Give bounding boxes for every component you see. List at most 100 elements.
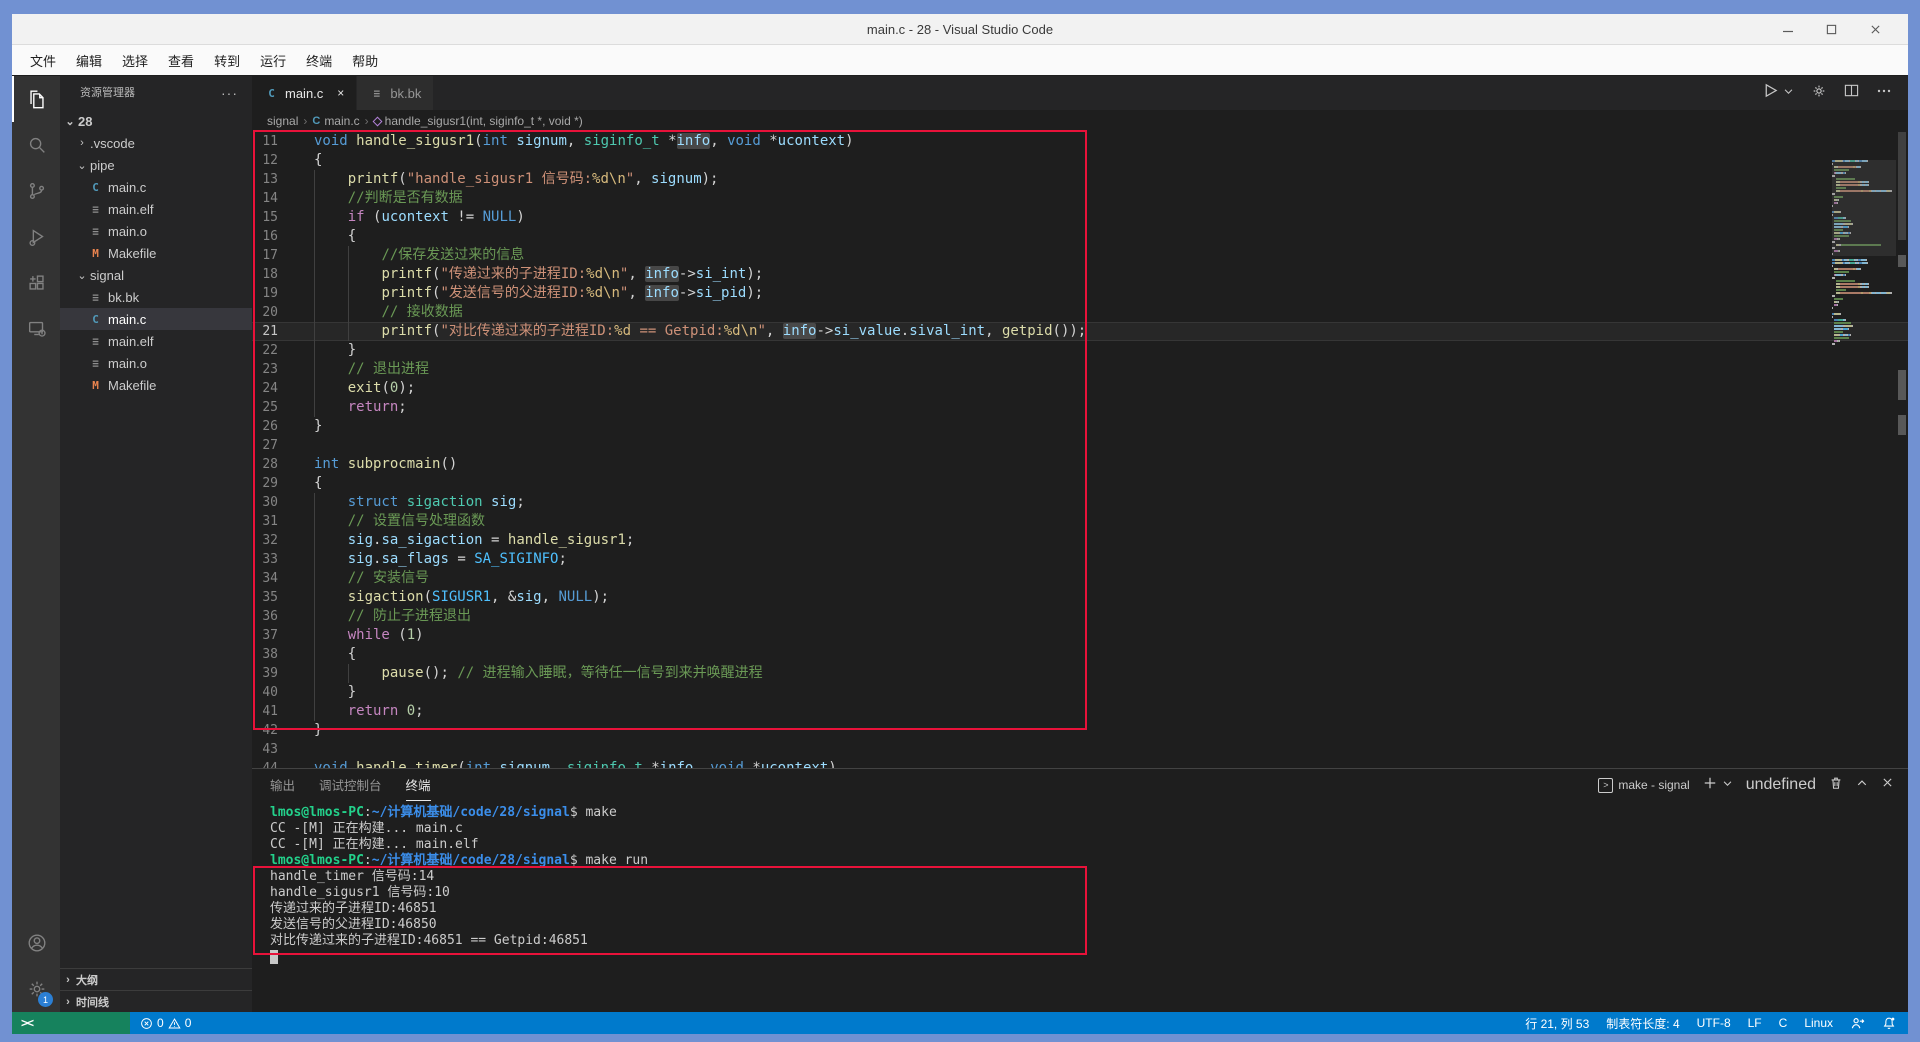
menu-item-0[interactable]: 文件 [20,47,66,74]
manage-icon[interactable]: 1 [12,966,60,1012]
tab-label: main.c [285,86,323,101]
tree-item-main.elf[interactable]: ≡main.elf [60,330,252,352]
tree-item-signal[interactable]: ⌄signal [60,264,252,286]
tree-item-Makefile[interactable]: MMakefile [60,242,252,264]
line-number: 41 [252,702,314,721]
status-item-2[interactable]: UTF-8 [1697,1016,1731,1030]
debug-run-icon[interactable] [1762,82,1779,104]
code-text: while (1) [314,626,424,645]
terminal-line: 传递过来的子进程ID:46851 [270,901,1908,917]
line-number: 27 [252,436,314,455]
status-item-4[interactable]: C [1779,1016,1788,1030]
extensions-icon[interactable] [12,260,60,306]
close-button[interactable] [1869,23,1882,36]
tree-item-main.elf[interactable]: ≡main.elf [60,198,252,220]
tree-item-main.o[interactable]: ≡main.o [60,220,252,242]
explorer-icon[interactable] [12,76,60,122]
editor-scrollbar[interactable] [1896,132,1908,768]
more-icon[interactable] [1876,83,1892,104]
indent-guide [314,588,315,607]
menu-item-4[interactable]: 转到 [204,47,250,74]
tree-item-pipe[interactable]: ⌄pipe [60,154,252,176]
code-editor[interactable]: 11void handle_sigusr1(int signum, siginf… [252,132,1908,768]
code-text: if (ucontext != NULL) [314,208,525,227]
section-大纲[interactable]: ›大纲 [60,968,252,990]
indent-guide [314,569,315,588]
status-item-3[interactable]: LF [1748,1016,1762,1030]
menu-item-2[interactable]: 选择 [112,47,158,74]
remote-indicator[interactable]: >< [12,1012,130,1034]
panel-tab-调试控制台[interactable]: 调试控制台 [319,769,382,801]
breadcrumb-item[interactable]: handle_sigusr1(int, siginfo_t *, void *) [374,114,583,128]
minimap-slider[interactable] [1832,160,1896,256]
more-actions-icon[interactable]: ··· [221,76,238,110]
problems-status[interactable]: 0 0 [130,1016,191,1030]
indent-guide [314,683,315,702]
editor-actions [1762,76,1892,110]
terminal-output[interactable]: lmos@lmos-PC:~/计算机基础/code/28/signal$ mak… [252,801,1908,964]
tree-item-main.c[interactable]: Cmain.c [60,308,252,330]
chevron-down-icon[interactable] [1722,776,1733,794]
tree-item-bk.bk[interactable]: ≡bk.bk [60,286,252,308]
indent-guide [314,360,315,379]
indent-guide [348,284,349,303]
tree-item-main.o[interactable]: ≡main.o [60,352,252,374]
terminal-session[interactable]: > make - signal [1598,778,1689,793]
source-control-icon[interactable] [12,168,60,214]
account-icon[interactable] [12,920,60,966]
tab-bk.bk[interactable]: ≡bk.bk [357,76,434,110]
menu-item-3[interactable]: 查看 [158,47,204,74]
code-lines: 11void handle_sigusr1(int signum, siginf… [252,132,1908,768]
tree-item-Makefile[interactable]: MMakefile [60,374,252,396]
code-line: 26} [252,417,1908,436]
close-icon[interactable]: × [337,86,344,100]
minimap[interactable] [1832,132,1896,768]
tree-item-28[interactable]: ⌄28 [60,110,252,132]
tree-item-label: signal [90,268,124,283]
minimize-button[interactable] [1782,23,1794,35]
breadcrumb-item[interactable]: Cmain.c [312,114,359,128]
tree-item-.vscode[interactable]: ›.vscode [60,132,252,154]
remote-explorer-icon[interactable] [12,306,60,352]
trash-icon[interactable] [1829,776,1843,795]
code-text: // 设置信号处理函数 [314,512,485,531]
menu-item-1[interactable]: 编辑 [66,47,112,74]
panel-tab-输出[interactable]: 输出 [270,769,295,801]
code-line: 22 } [252,341,1908,360]
menu-item-5[interactable]: 运行 [250,47,296,74]
split-editor-icon[interactable] [1844,83,1859,103]
status-item-1[interactable]: 制表符长度: 4 [1606,1015,1679,1032]
code-line: 44void handle_timer(int signum, siginfo_… [252,759,1908,768]
chevron-right-icon: › [74,137,90,149]
settings-gear-icon[interactable] [1811,83,1827,104]
status-item-0[interactable]: 行 21, 列 53 [1525,1015,1589,1032]
panel-tab-终端[interactable]: 终端 [406,769,431,801]
window-controls [1782,14,1882,44]
run-and-debug-icon[interactable] [12,214,60,260]
code-text: // 防止子进程退出 [314,607,471,626]
chevron-down-icon[interactable] [1783,84,1794,102]
search-icon[interactable] [12,122,60,168]
status-item-5[interactable]: Linux [1804,1016,1833,1030]
add-icon[interactable] [1703,776,1717,795]
line-number: 19 [252,284,314,303]
tree-item-label: Makefile [108,246,156,261]
indent-guide [348,265,349,284]
code-line: 16 { [252,227,1908,246]
chevron-up-icon[interactable] [1856,776,1868,794]
breadcrumb-item[interactable]: signal [267,114,298,128]
menu-item-7[interactable]: 帮助 [342,47,388,74]
maximize-button[interactable] [1826,24,1837,35]
tab-main.c[interactable]: Cmain.c× [252,76,357,110]
indent-guide [314,265,315,284]
tree-item-main.c[interactable]: Cmain.c [60,176,252,198]
split-icon[interactable]: undefined [1746,776,1816,794]
editor-area: Cmain.c×≡bk.bk signal›Cmain.c›handle_sig… [252,76,1908,1012]
close-icon[interactable] [1881,776,1894,794]
feedback-icon[interactable] [1850,1016,1865,1031]
code-line: 38 { [252,645,1908,664]
scrollbar-thumb[interactable] [1898,132,1906,240]
section-时间线[interactable]: ›时间线 [60,990,252,1012]
notifications-bell-icon[interactable] [1882,1016,1896,1030]
menu-item-6[interactable]: 终端 [296,47,342,74]
